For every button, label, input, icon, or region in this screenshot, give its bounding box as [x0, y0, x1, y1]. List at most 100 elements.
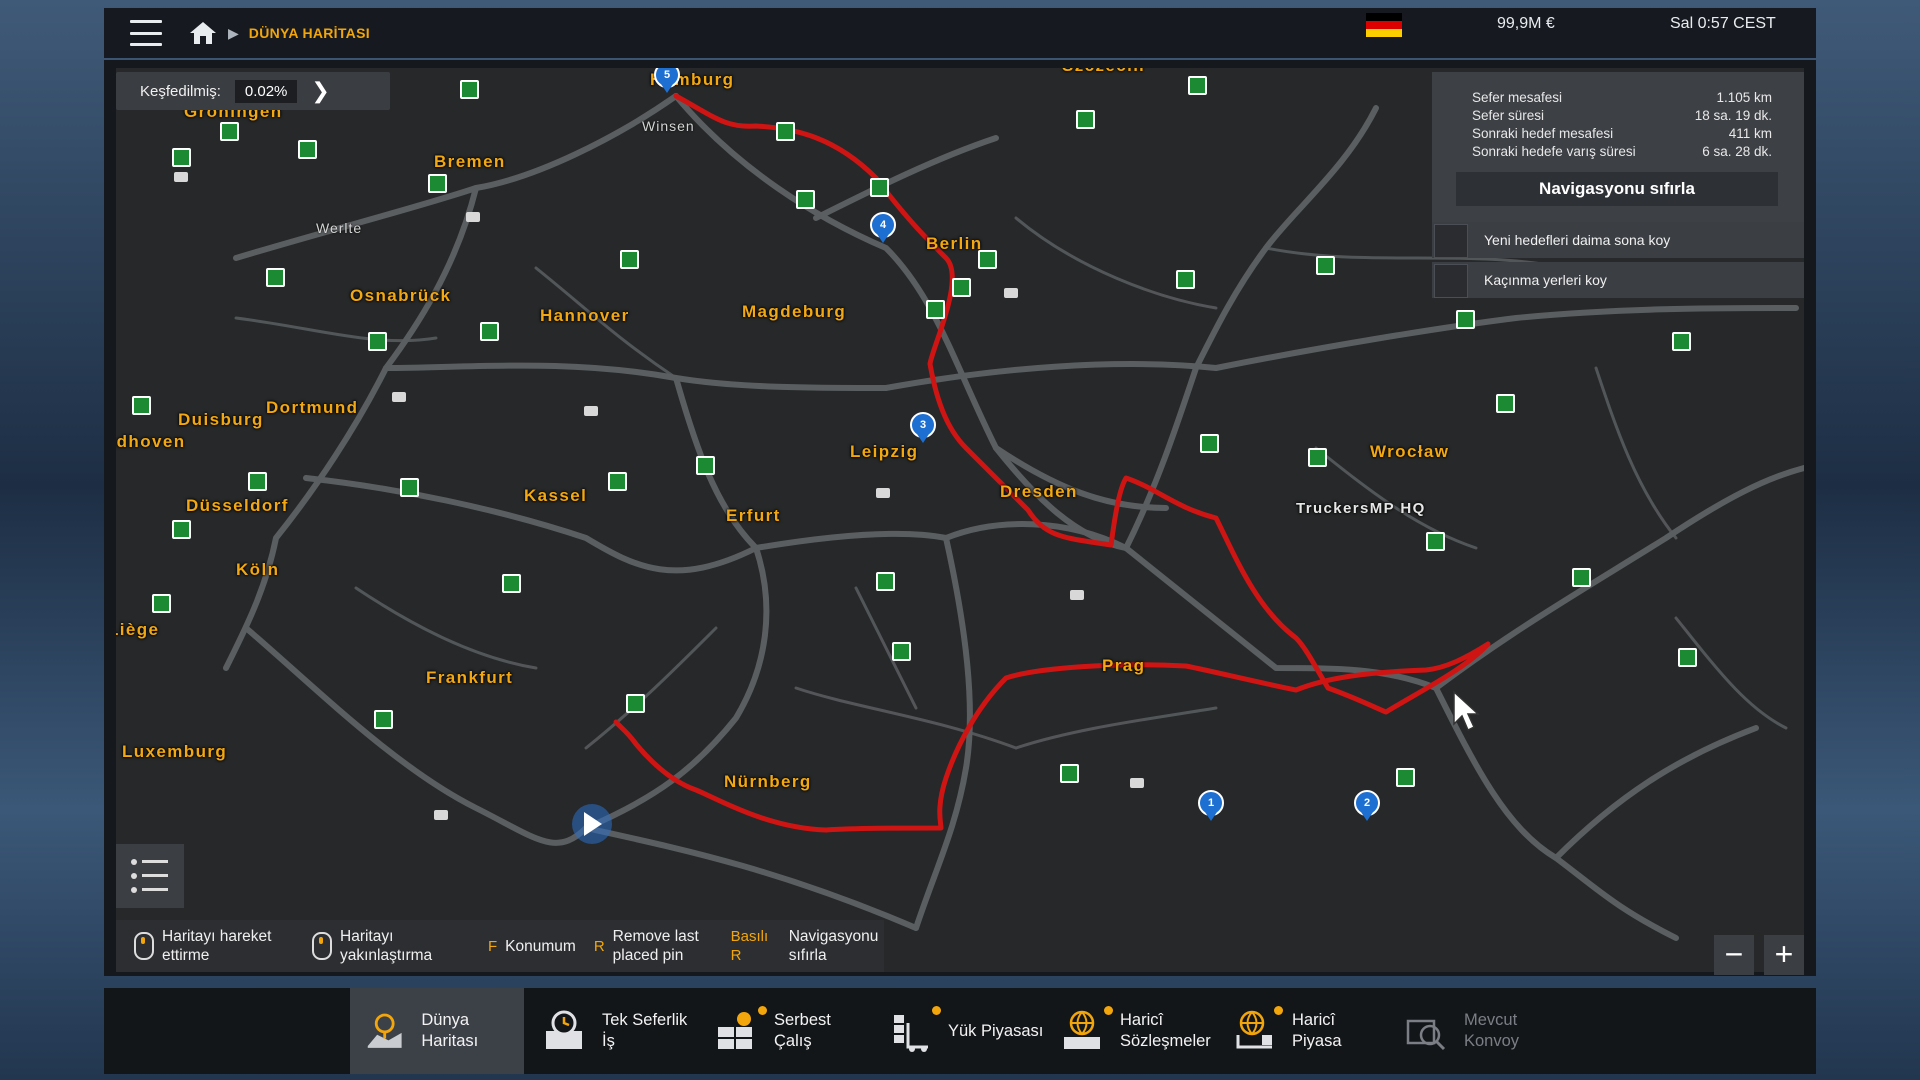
city-label[interactable]: Szczecin: [1062, 68, 1145, 76]
city-label[interactable]: Erfurt: [726, 506, 781, 526]
zoom-in-button[interactable]: +: [1764, 935, 1804, 975]
hint-key: Basılı R: [730, 928, 769, 964]
city-label[interactable]: Berlin: [926, 234, 983, 254]
external-market-icon: [1236, 1010, 1272, 1049]
service-icon[interactable]: [1200, 434, 1219, 453]
service-icon[interactable]: [368, 332, 387, 351]
camera-icon[interactable]: [584, 406, 598, 416]
expand-arrow-icon[interactable]: ❯: [311, 78, 329, 104]
service-icon[interactable]: [248, 472, 267, 491]
service-icon[interactable]: [1316, 256, 1335, 275]
nav-current-convoy[interactable]: Mevcut Konvoy: [1390, 988, 1570, 1074]
nav-external-market[interactable]: Haricî Piyasa: [1218, 988, 1388, 1074]
home-icon[interactable]: [188, 20, 218, 46]
service-icon[interactable]: [1188, 76, 1207, 95]
city-label[interactable]: Osnabrück: [350, 286, 451, 306]
top-bar: ▶ DÜNYA HARİTASI: [104, 8, 1816, 58]
nav-external-contracts[interactable]: Haricî Sözleşmeler: [1046, 988, 1226, 1074]
city-label[interactable]: Frankfurt: [426, 668, 513, 688]
service-icon[interactable]: [298, 140, 317, 159]
waypoint-pin[interactable]: 4: [870, 212, 896, 243]
city-label[interactable]: Düsseldorf: [186, 496, 289, 516]
city-label[interactable]: Magdeburg: [742, 302, 846, 322]
service-icon[interactable]: [620, 250, 639, 269]
reset-navigation-button[interactable]: Navigasyonu sıfırla: [1456, 172, 1778, 206]
map-legend-button[interactable]: [116, 844, 184, 908]
city-label[interactable]: Dortmund: [266, 398, 358, 418]
checkbox[interactable]: [1434, 264, 1468, 298]
service-icon[interactable]: [1176, 270, 1195, 289]
city-label[interactable]: Bremen: [434, 152, 506, 172]
route-info-value: 1.105 km: [1716, 90, 1772, 105]
service-icon[interactable]: [892, 642, 911, 661]
service-icon[interactable]: [1076, 110, 1095, 129]
service-icon[interactable]: [480, 322, 499, 341]
service-icon[interactable]: [926, 300, 945, 319]
waypoint-pin[interactable]: 3: [910, 412, 936, 443]
city-label[interactable]: Wrocław: [1370, 442, 1449, 462]
city-label[interactable]: Leipzig: [850, 442, 918, 462]
city-label[interactable]: Luxemburg: [122, 742, 227, 762]
service-icon[interactable]: [1308, 448, 1327, 467]
service-icon[interactable]: [1672, 332, 1691, 351]
city-label[interactable]: Eindhoven: [116, 432, 186, 452]
option-avoid-points[interactable]: Kaçınma yerleri koy: [1432, 262, 1804, 298]
service-icon[interactable]: [502, 574, 521, 593]
service-icon[interactable]: [1678, 648, 1697, 667]
service-icon[interactable]: [1426, 532, 1445, 551]
zoom-out-button[interactable]: −: [1714, 935, 1754, 975]
nav-cargo-market[interactable]: Yük Piyasası: [874, 988, 1054, 1074]
camera-icon[interactable]: [392, 392, 406, 402]
city-label[interactable]: Prag: [1102, 656, 1145, 676]
camera-icon[interactable]: [1130, 778, 1144, 788]
service-icon[interactable]: [400, 478, 419, 497]
service-icon[interactable]: [1496, 394, 1515, 413]
city-label[interactable]: Hannover: [540, 306, 630, 326]
service-icon[interactable]: [952, 278, 971, 297]
service-icon[interactable]: [870, 178, 889, 197]
camera-icon[interactable]: [1004, 288, 1018, 298]
service-icon[interactable]: [152, 594, 171, 613]
service-icon[interactable]: [266, 268, 285, 287]
breadcrumb[interactable]: DÜNYA HARİTASI: [249, 25, 370, 41]
city-label[interactable]: Kassel: [524, 486, 587, 506]
waypoint-pin[interactable]: 1: [1198, 790, 1224, 821]
city-label[interactable]: Dresden: [1000, 482, 1078, 502]
nav-label: Dünya Haritası: [421, 1011, 479, 1050]
service-icon[interactable]: [696, 456, 715, 475]
service-icon[interactable]: [460, 80, 479, 99]
nav-world-map[interactable]: Dünya Haritası: [350, 988, 524, 1074]
service-icon[interactable]: [1396, 768, 1415, 787]
service-icon[interactable]: [172, 148, 191, 167]
city-label[interactable]: Liège: [116, 620, 159, 640]
camera-icon[interactable]: [434, 810, 448, 820]
nav-freight-market[interactable]: Serbest Çalış: [700, 988, 870, 1074]
service-icon[interactable]: [374, 710, 393, 729]
service-icon[interactable]: [428, 174, 447, 193]
service-icon[interactable]: [626, 694, 645, 713]
service-icon[interactable]: [776, 122, 795, 141]
service-icon[interactable]: [796, 190, 815, 209]
camera-icon[interactable]: [876, 488, 890, 498]
service-icon[interactable]: [876, 572, 895, 591]
service-icon[interactable]: [978, 250, 997, 269]
city-label[interactable]: Köln: [236, 560, 279, 580]
service-icon[interactable]: [1060, 764, 1079, 783]
option-always-last[interactable]: Yeni hedefleri daima sona koy: [1432, 222, 1804, 258]
service-icon[interactable]: [608, 472, 627, 491]
camera-icon[interactable]: [174, 172, 188, 182]
service-icon[interactable]: [1572, 568, 1591, 587]
camera-icon[interactable]: [466, 212, 480, 222]
nav-quick-job[interactable]: Tek Seferlik İş: [528, 988, 698, 1074]
service-icon[interactable]: [1456, 310, 1475, 329]
service-icon[interactable]: [172, 520, 191, 539]
menu-icon[interactable]: [130, 20, 162, 46]
camera-icon[interactable]: [1070, 590, 1084, 600]
checkbox[interactable]: [1434, 224, 1468, 258]
waypoint-pin[interactable]: 2: [1354, 790, 1380, 821]
city-label[interactable]: Duisburg: [178, 410, 264, 430]
city-label[interactable]: TruckersMP HQ: [1296, 500, 1426, 517]
city-label[interactable]: Nürnberg: [724, 772, 812, 792]
service-icon[interactable]: [220, 122, 239, 141]
service-icon[interactable]: [132, 396, 151, 415]
